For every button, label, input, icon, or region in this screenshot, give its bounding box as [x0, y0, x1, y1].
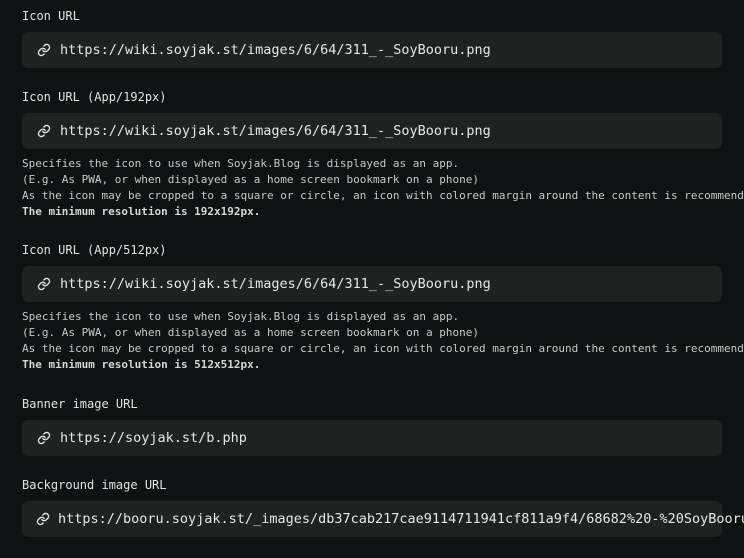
- caption-min-resolution: The minimum resolution is 192x192px.: [22, 205, 261, 218]
- field-caption: Specifies the icon to use when Soyjak.Bl…: [22, 309, 744, 373]
- input-value: https://wiki.soyjak.st/images/6/64/311_-…: [60, 276, 491, 292]
- field-icon-url-app-192: Icon URL (App/192px) https://wiki.soyjak…: [22, 89, 744, 218]
- caption-line: As the icon may be cropped to a square o…: [22, 189, 744, 202]
- icon-url-app-192-input[interactable]: https://wiki.soyjak.st/images/6/64/311_-…: [22, 113, 722, 149]
- input-value: https://booru.soyjak.st/_images/db37cab2…: [58, 511, 744, 527]
- field-icon-url: Icon URL https://wiki.soyjak.st/images/6…: [22, 8, 722, 68]
- field-icon-url-app-512: Icon URL (App/512px) https://wiki.soyjak…: [22, 242, 744, 371]
- field-label: Icon URL: [22, 9, 80, 23]
- caption-line: As the icon may be cropped to a square o…: [22, 342, 744, 355]
- background-image-url-input[interactable]: https://booru.soyjak.st/_images/db37cab2…: [22, 501, 744, 537]
- field-caption: Specifies the icon to use when Soyjak.Bl…: [22, 156, 744, 220]
- field-banner-image-url: Banner image URL https://soyjak.st/b.php: [22, 396, 722, 456]
- link-icon: [36, 276, 52, 292]
- field-label: Background image URL: [22, 478, 167, 492]
- icon-url-input[interactable]: https://wiki.soyjak.st/images/6/64/311_-…: [22, 32, 722, 68]
- link-icon: [36, 123, 52, 139]
- caption-min-resolution: The minimum resolution is 512x512px.: [22, 358, 261, 371]
- field-label: Icon URL (App/192px): [22, 90, 167, 104]
- link-icon: [36, 511, 50, 527]
- field-label: Icon URL (App/512px): [22, 243, 167, 257]
- field-background-image-url: Background image URL https://booru.soyja…: [22, 477, 744, 537]
- input-value: https://soyjak.st/b.php: [60, 430, 247, 446]
- caption-line: Specifies the icon to use when Soyjak.Bl…: [22, 310, 460, 323]
- input-value: https://wiki.soyjak.st/images/6/64/311_-…: [60, 42, 491, 58]
- link-icon: [36, 42, 52, 58]
- caption-line: (E.g. As PWA, or when displayed as a hom…: [22, 173, 479, 186]
- caption-line: (E.g. As PWA, or when displayed as a hom…: [22, 326, 479, 339]
- link-icon: [36, 430, 52, 446]
- caption-line: Specifies the icon to use when Soyjak.Bl…: [22, 157, 460, 170]
- field-label: Banner image URL: [22, 397, 138, 411]
- input-value: https://wiki.soyjak.st/images/6/64/311_-…: [60, 123, 491, 139]
- icon-url-app-512-input[interactable]: https://wiki.soyjak.st/images/6/64/311_-…: [22, 266, 722, 302]
- banner-image-url-input[interactable]: https://soyjak.st/b.php: [22, 420, 722, 456]
